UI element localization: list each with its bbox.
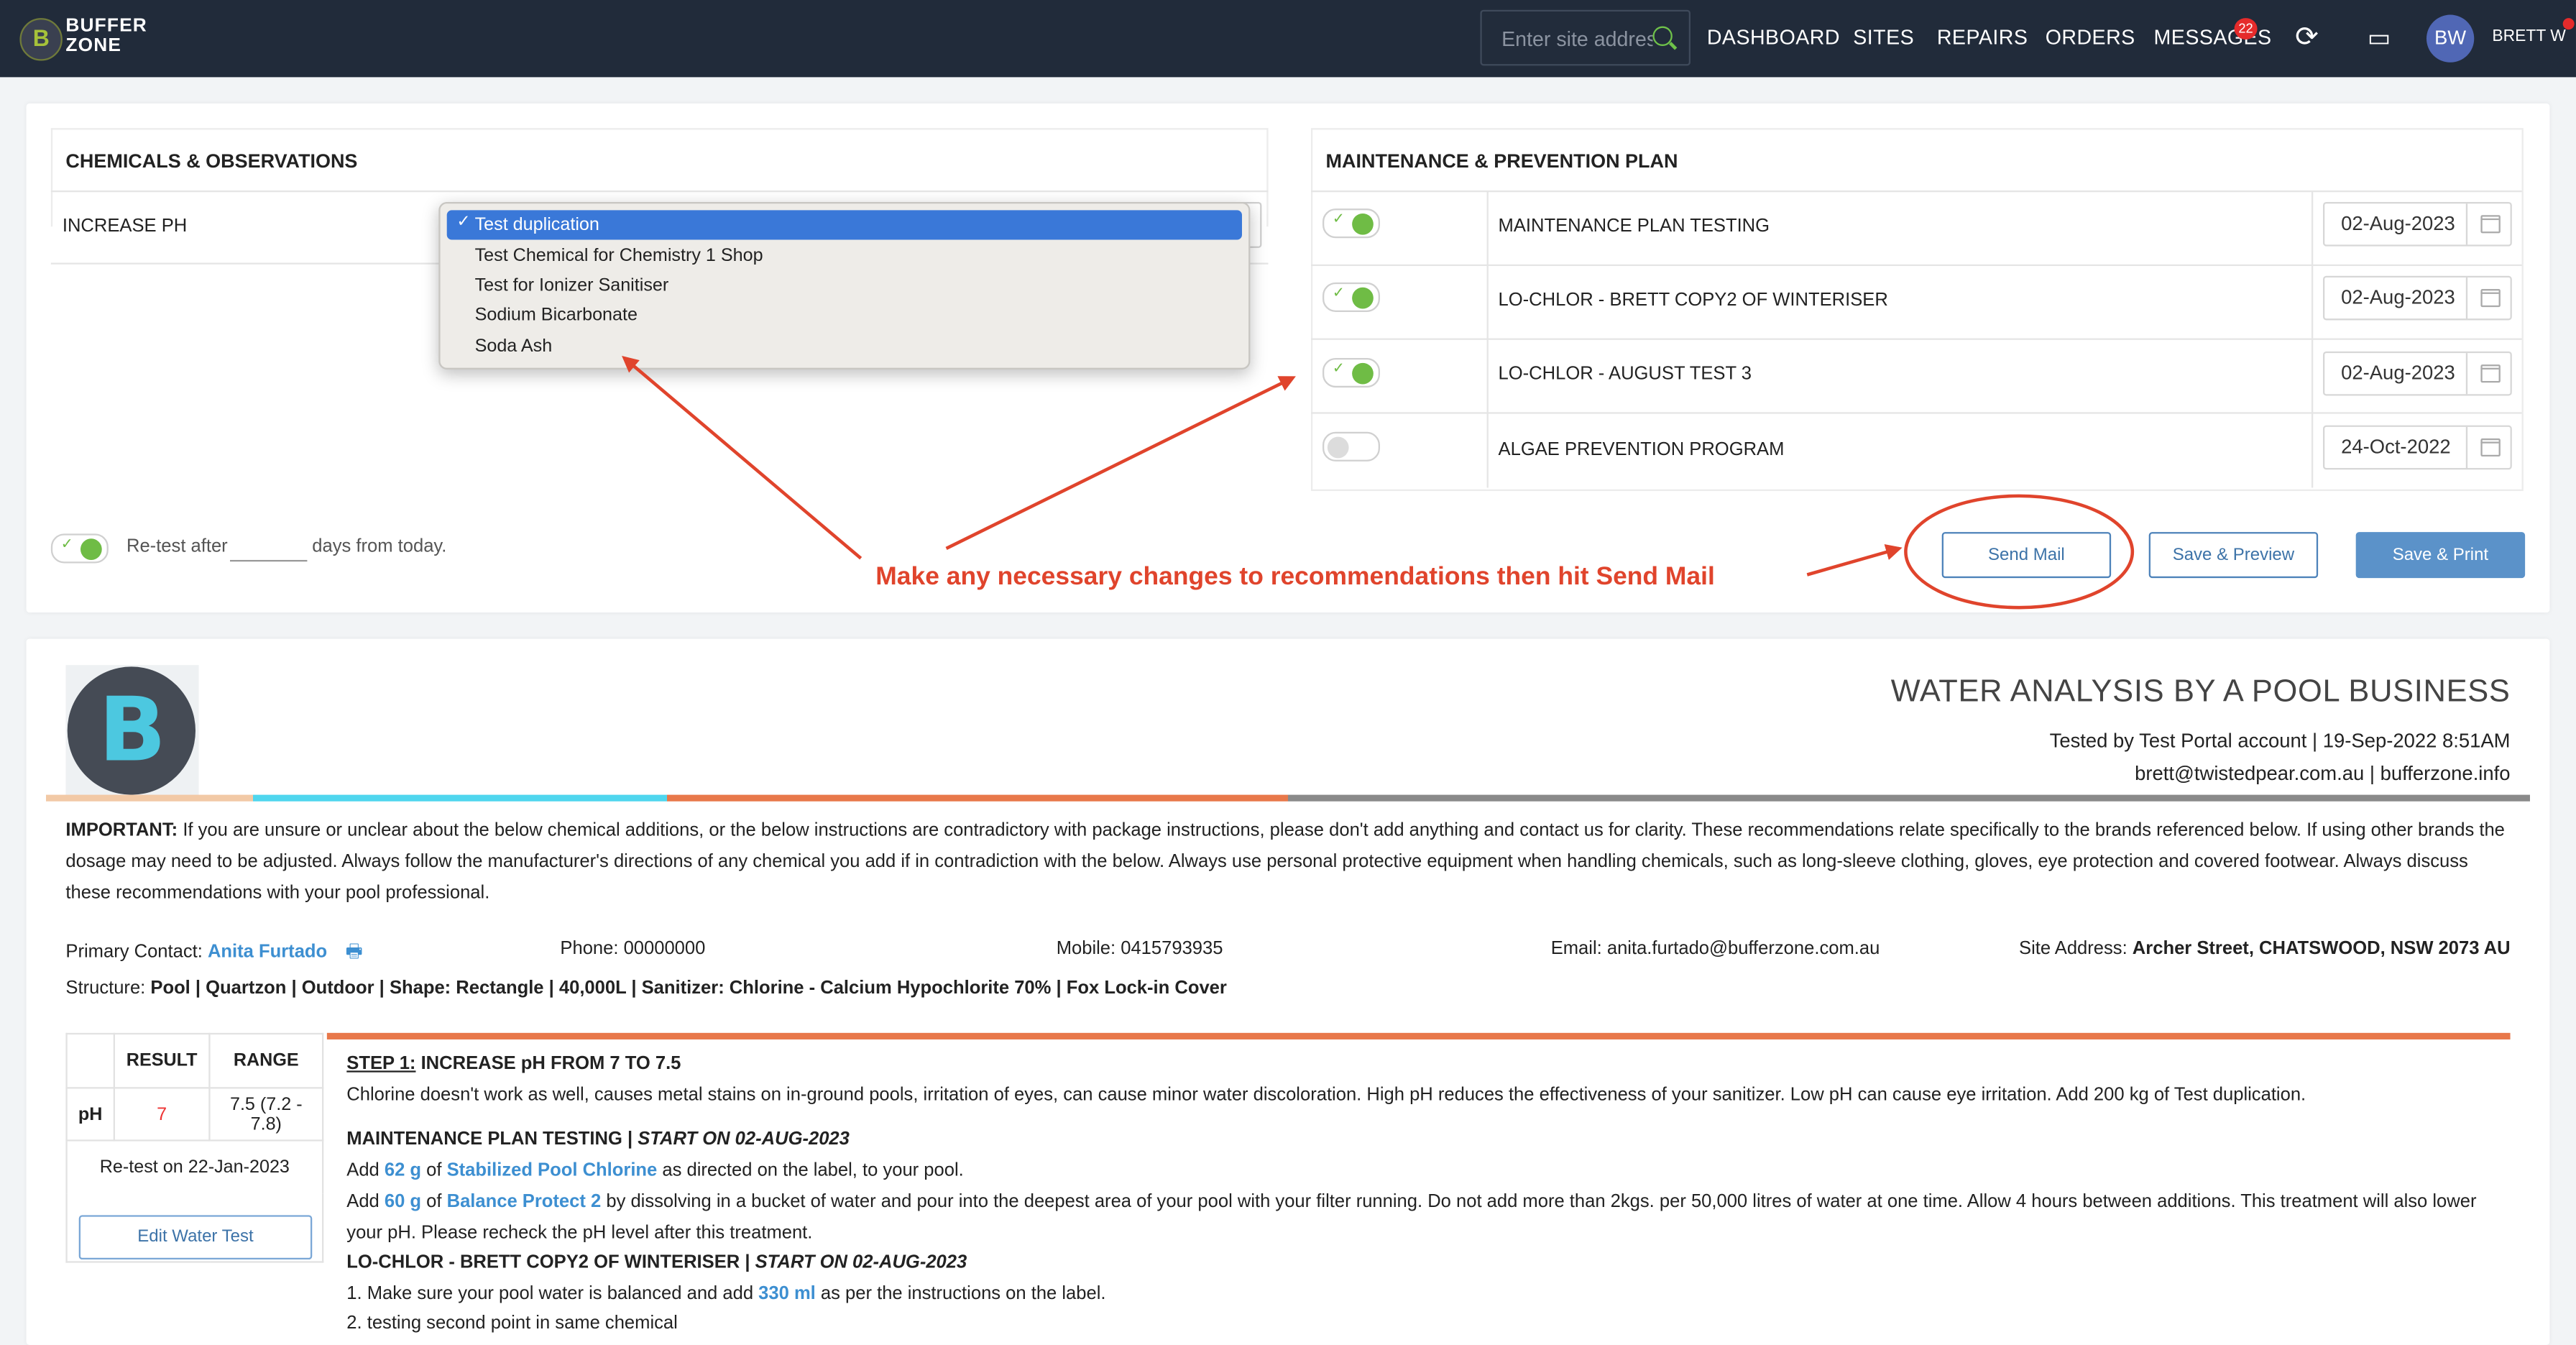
- result-value: 7: [113, 1087, 211, 1142]
- step-1-title: STEP 1: INCREASE pH FROM 7 TO 7.5: [346, 1054, 681, 1074]
- retest-date: Re-test on 22-Jan-2023: [65, 1139, 324, 1193]
- band-peach: [45, 794, 253, 802]
- plan-1-line-2: Add 60 g of Balance Protect 2 by dissolv…: [346, 1192, 2477, 1212]
- plan-1-title: MAINTENANCE PLAN TESTING | START ON 02-A…: [346, 1129, 850, 1150]
- edit-water-test-button[interactable]: Edit Water Test: [78, 1215, 313, 1260]
- contact-link[interactable]: Anita Furtado: [208, 942, 327, 962]
- result-header: RESULT: [113, 1032, 211, 1089]
- param-name: pH: [65, 1087, 115, 1142]
- step-1-text: Chlorine doesn't work as well, causes me…: [346, 1085, 2306, 1106]
- print-icon[interactable]: 🖶: [346, 942, 363, 962]
- important-notice: IMPORTANT: If you are unsure or unclear …: [65, 821, 2505, 904]
- email: Email: anita.furtado@bufferzone.com.au: [1550, 939, 1880, 960]
- site-address: Site Address: Archer Street, CHATSWOOD, …: [2019, 939, 2511, 960]
- structure-line: Structure: Pool | Quartzon | Outdoor | S…: [65, 978, 1227, 999]
- plan-2-line-1: 1. Make sure your pool water is balanced…: [346, 1284, 1106, 1304]
- band-orange: [666, 794, 1288, 802]
- plan-2-line-2: 2. testing second point in same chemical: [346, 1313, 678, 1333]
- plan-1-line-1: Add 62 g of Stabilized Pool Chlorine as …: [346, 1161, 964, 1181]
- band-cyan: [252, 794, 667, 802]
- report-logo: B: [65, 665, 199, 797]
- mobile: Mobile: 0415793935: [1056, 939, 1223, 960]
- business-contact: brett@twistedpear.com.au | bufferzone.in…: [2135, 761, 2511, 785]
- report-title: WATER ANALYSIS BY A POOL BUSINESS: [1890, 674, 2511, 710]
- primary-contact: Primary Contact: Anita Furtado 🖶: [65, 942, 363, 963]
- phone: Phone: 00000000: [560, 939, 706, 960]
- range-header: RANGE: [208, 1032, 324, 1089]
- plan-2-title: LO-CHLOR - BRETT COPY2 OF WINTERISER | S…: [346, 1252, 967, 1273]
- steps-band: [326, 1032, 2511, 1039]
- instruction-callout: Make any necessary changes to recommenda…: [875, 563, 1715, 592]
- tested-by: Tested by Test Portal account | 19-Sep-2…: [2049, 729, 2511, 753]
- range-value: 7.5 (7.2 - 7.8): [208, 1087, 324, 1142]
- plan-1-line-3: your pH. Please recheck the pH level aft…: [346, 1223, 813, 1244]
- logo-glyph: B: [98, 678, 167, 782]
- band-gray: [1287, 794, 2530, 802]
